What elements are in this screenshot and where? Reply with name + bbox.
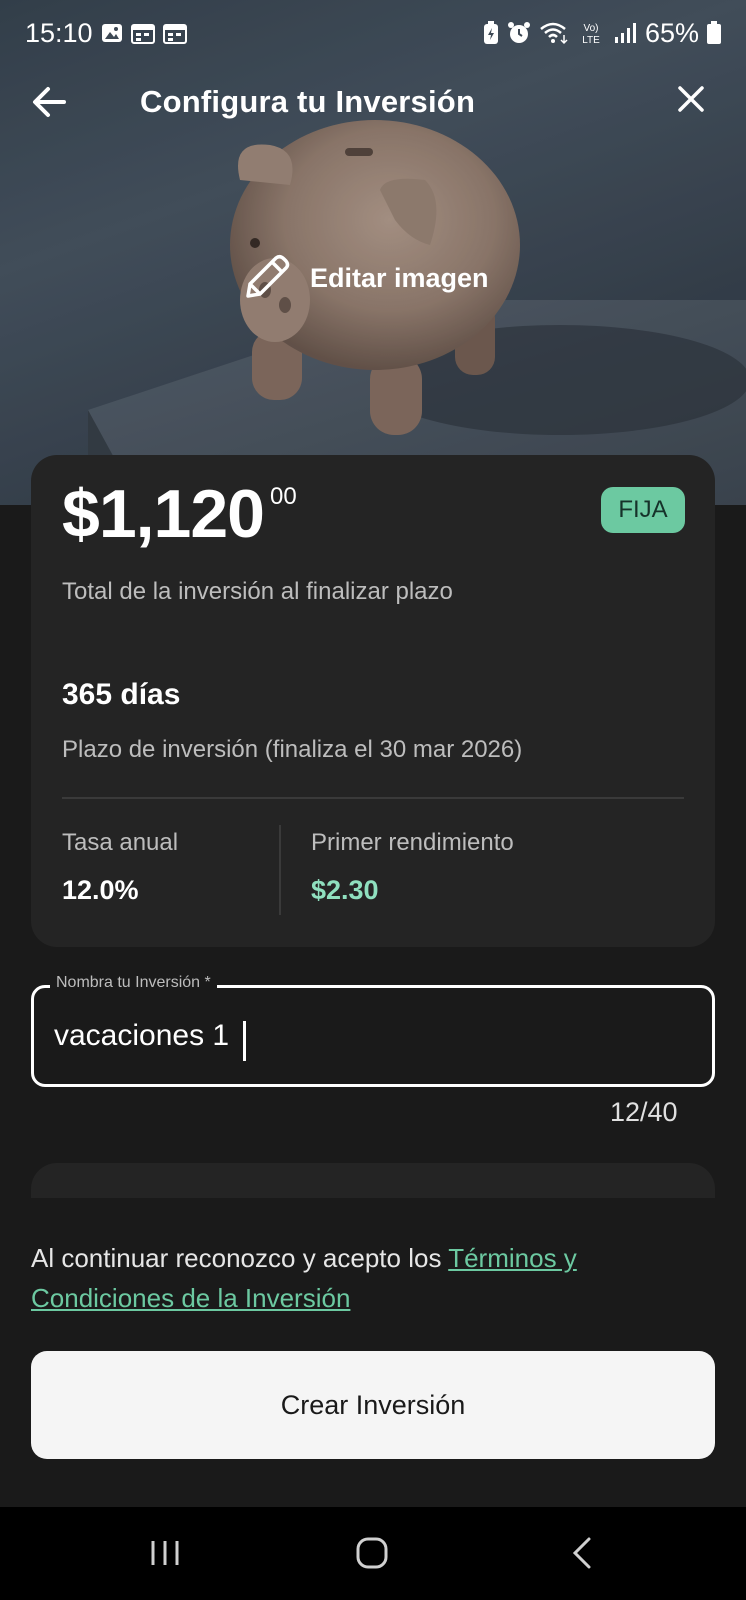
back-button[interactable] xyxy=(30,82,80,128)
svg-text:LTE: LTE xyxy=(582,35,600,45)
annual-rate-value: 12.0% xyxy=(62,875,139,905)
home-icon xyxy=(356,1537,388,1569)
system-nav-bar xyxy=(0,1507,746,1600)
terms-notice: Al continuar reconozco y acepto los Térm… xyxy=(31,1238,721,1318)
investment-name-label: Nombra tu Inversión * xyxy=(50,974,217,992)
annual-rate-label: Tasa anual xyxy=(62,829,179,856)
recent-apps-icon xyxy=(151,1541,179,1565)
text-cursor xyxy=(243,1021,246,1061)
battery-percentage: 65% xyxy=(644,17,699,48)
status-time: 15:10 xyxy=(25,17,93,48)
investment-name-field[interactable]: Nombra tu Inversión * xyxy=(31,974,715,1087)
first-yield-value: $2.30 xyxy=(311,875,379,905)
total-label: Total de la inversión al finalizar plazo xyxy=(62,578,453,605)
alarm-icon xyxy=(507,22,530,43)
home-button[interactable] xyxy=(352,1533,402,1573)
character-counter: 12/40 xyxy=(610,1097,678,1127)
status-bar: 15:10 Vo) LTE 65% xyxy=(0,0,746,66)
investment-summary-card: $1,120 00 FIJA Total de la inversión al … xyxy=(31,455,715,947)
app-header: Configura tu Inversión xyxy=(0,70,746,140)
battery-icon xyxy=(707,21,721,44)
close-icon xyxy=(678,86,704,112)
scrolling-card xyxy=(31,1163,715,1198)
signal-icon xyxy=(614,23,636,43)
amount-cents: 00 xyxy=(269,483,297,510)
investment-type-badge: FIJA xyxy=(601,487,685,533)
term-label: Plazo de inversión (finaliza el 30 mar 2… xyxy=(62,736,523,763)
pencil-icon xyxy=(246,254,290,298)
edit-image-label: Editar imagen xyxy=(310,262,489,293)
volte-icon: Vo) LTE xyxy=(582,23,600,45)
amount-value: $1,120 xyxy=(62,476,265,552)
arrow-left-icon xyxy=(33,87,66,117)
investment-name-input[interactable] xyxy=(54,1010,674,1062)
create-investment-button[interactable]: Crear Inversión xyxy=(31,1351,715,1459)
svg-text:Vo): Vo) xyxy=(583,23,598,34)
recent-apps-button[interactable] xyxy=(145,1533,195,1573)
divider xyxy=(62,797,684,799)
vertical-divider xyxy=(279,825,281,915)
system-back-button[interactable] xyxy=(565,1533,615,1573)
terms-text: Al continuar reconozco y acepto los xyxy=(31,1243,449,1273)
first-yield-label: Primer rendimiento xyxy=(311,829,514,856)
calendar-icon xyxy=(162,24,187,44)
wifi-icon xyxy=(540,22,568,45)
close-button[interactable] xyxy=(676,84,720,128)
edit-image-button[interactable]: Editar imagen xyxy=(240,252,489,304)
back-icon xyxy=(572,1537,591,1569)
page-title: Configura tu Inversión xyxy=(140,84,476,119)
calendar-icon xyxy=(130,24,155,44)
total-amount: $1,120 00 xyxy=(62,477,297,552)
term-days: 365 días xyxy=(62,678,181,711)
gallery-icon xyxy=(101,24,122,42)
battery-saver-icon xyxy=(483,21,498,44)
